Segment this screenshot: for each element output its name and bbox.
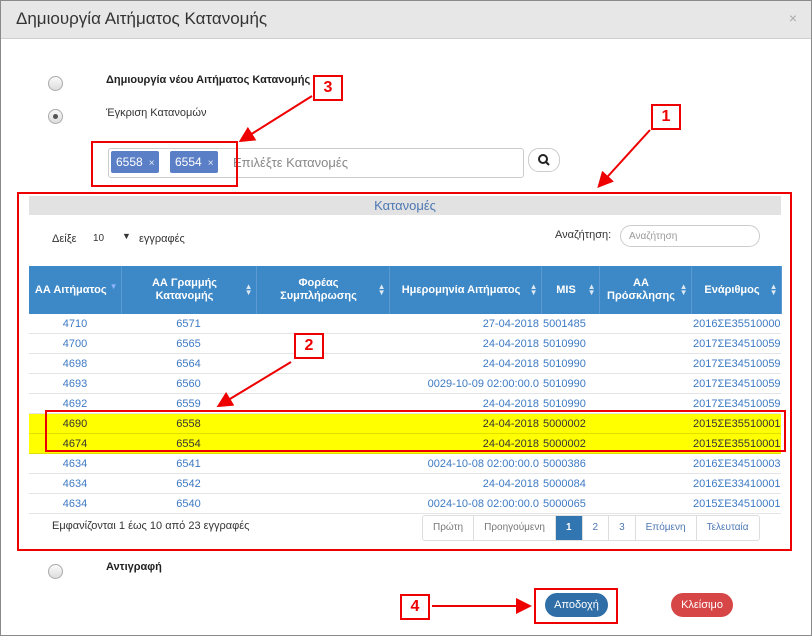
annotation-box-approve	[534, 588, 618, 624]
annotation-box-rows	[45, 410, 786, 452]
radio-approve-allocations-label: Έγκριση Κατανομών	[106, 107, 207, 119]
close-icon[interactable]: ×	[789, 10, 797, 26]
annotation-box-tags	[91, 141, 238, 187]
dialog-header: Δημιουργία Αιτήματος Κατανομής ×	[1, 1, 811, 39]
callout-number: 3	[313, 75, 343, 101]
callout-number: 1	[651, 104, 681, 130]
radio-create-new-label: Δημιουργία νέου Αιτήματος Κατανομής	[106, 74, 311, 86]
dialog-title: Δημιουργία Αιτήματος Κατανομής	[16, 9, 268, 28]
search-icon	[538, 154, 550, 166]
radio-copy-label: Αντιγραφή	[106, 561, 162, 573]
callout-number: 4	[400, 594, 430, 620]
close-button[interactable]: Κλείσιμο	[671, 593, 733, 617]
annotation-box-panel	[17, 192, 792, 551]
radio-approve-allocations[interactable]	[48, 109, 63, 124]
radio-create-new[interactable]	[48, 76, 63, 91]
callout-number: 2	[294, 333, 324, 359]
radio-copy[interactable]	[48, 564, 63, 579]
multiselect-placeholder: Επιλέξτε Κατανομές	[233, 155, 348, 170]
search-button[interactable]	[528, 148, 560, 172]
